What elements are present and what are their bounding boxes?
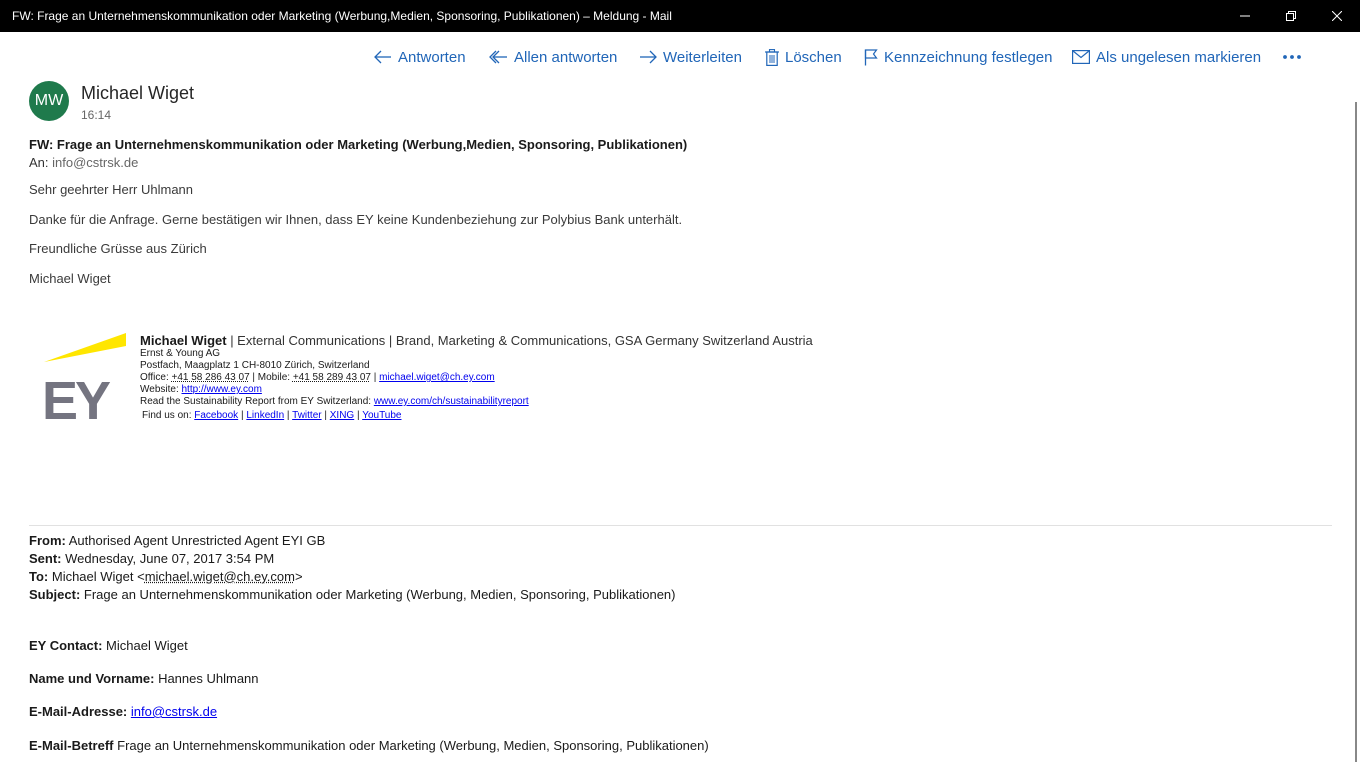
body-closing: Freundliche Grüsse aus Zürich [29, 241, 207, 256]
to-address[interactable]: info@cstrsk.de [52, 155, 138, 170]
forward-button[interactable]: Weiterleiten [639, 44, 742, 70]
website-link[interactable]: http://www.ey.com [182, 384, 262, 395]
contact-label: EY Contact: [29, 638, 103, 653]
delete-label: Löschen [785, 48, 842, 66]
signature-website: Website: http://www.ey.com [140, 384, 813, 396]
signature-social: Find us on: Facebook | LinkedIn | Twitte… [142, 410, 402, 421]
restore-icon [1286, 11, 1296, 21]
forward-separator [29, 525, 1332, 526]
envelope-icon [1072, 50, 1090, 64]
body-signoff: Michael Wiget [29, 271, 111, 286]
ey-logo-text: EY [42, 371, 111, 422]
message-toolbar: Antworten Allen antworten Weiterleiten L… [0, 44, 1360, 70]
close-button[interactable] [1314, 0, 1360, 32]
forwarded-subject: Subject: Frage an Unternehmenskommunikat… [29, 586, 676, 604]
field-email: E-Mail-Adresse: info@cstrsk.de [29, 704, 217, 719]
reply-all-icon [489, 50, 507, 64]
body-greeting: Sehr geehrter Herr Uhlmann [29, 182, 194, 197]
office-label: Office: [140, 372, 172, 383]
vertical-scrollbar[interactable] [1355, 102, 1357, 762]
field-name: Name und Vorname: Hannes Uhlmann [29, 671, 259, 686]
signature-phones: Office: +41 58 286 43 07 | Mobile: +41 5… [140, 372, 813, 384]
reply-label: Antworten [398, 48, 466, 66]
youtube-link[interactable]: YouTube [362, 410, 401, 421]
email-label: E-Mail-Adresse: [29, 704, 128, 719]
minimize-icon [1240, 15, 1250, 17]
email-signature: Michael Wiget | External Communications … [140, 333, 813, 422]
restore-button[interactable] [1268, 0, 1314, 32]
to-label: An: [29, 155, 49, 170]
contact-value: Michael Wiget [102, 638, 188, 653]
trash-icon [765, 48, 779, 66]
minimize-button[interactable] [1222, 0, 1268, 32]
facebook-link[interactable]: Facebook [194, 410, 238, 421]
signature-address: Postfach, Maagplatz 1 CH-8010 Zürich, Sw… [140, 360, 370, 371]
reply-all-label: Allen antworten [514, 48, 618, 66]
email-subject-label: E-Mail-Betreff [29, 738, 114, 753]
name-value: Hannes Uhlmann [154, 671, 259, 686]
phone-sep: | [370, 372, 380, 383]
reply-button[interactable]: Antworten [374, 44, 466, 70]
office-phone[interactable]: +41 58 286 43 07 [172, 372, 250, 383]
subject-value: Frage an Unternehmenskommunikation oder … [80, 587, 676, 602]
body-text: Danke für die Anfrage. Gerne bestätigen … [29, 212, 683, 227]
mobile-label: | Mobile: [249, 372, 293, 383]
flag-icon [864, 48, 878, 65]
subject-label: Subject: [29, 587, 81, 602]
field-subject: E-Mail-Betreff Frage an Unternehmenskomm… [29, 738, 709, 753]
ey-logo-icon: EY [42, 333, 126, 422]
mark-unread-label: Als ungelesen markieren [1096, 48, 1262, 66]
close-icon [1332, 11, 1342, 21]
from-label: From: [29, 533, 66, 548]
mark-unread-button[interactable]: Als ungelesen markieren [1072, 44, 1261, 70]
website-label: Website: [140, 384, 182, 395]
forwarded-header: From: Authorised Agent Unrestricted Agen… [29, 532, 676, 604]
sent-value: Wednesday, June 07, 2017 3:54 PM [61, 551, 275, 566]
more-actions-button[interactable] [1282, 44, 1308, 70]
signature-email-link[interactable]: michael.wiget@ch.ey.com [379, 372, 495, 383]
to-name: Michael Wiget < [48, 569, 145, 584]
field-ey-contact: EY Contact: Michael Wiget [29, 638, 188, 653]
twitter-link[interactable]: Twitter [292, 410, 321, 421]
findus-label: Find us on: [142, 410, 195, 421]
signature-role: | External Communications | Brand, Marke… [226, 333, 813, 348]
signature-name: Michael Wiget [140, 333, 227, 348]
forwarded-sent: Sent: Wednesday, June 07, 2017 3:54 PM [29, 550, 676, 568]
to-email[interactable]: michael.wiget@ch.ey.com [145, 569, 295, 584]
window-title: FW: Frage an Unternehmenskommunikation o… [12, 9, 672, 23]
ey-logo-beam [44, 333, 126, 362]
recipient-line: An: info@cstrsk.de [29, 155, 138, 170]
from-value: Authorised Agent Unrestricted Agent EYI … [65, 533, 326, 548]
email-link[interactable]: info@cstrsk.de [131, 704, 217, 719]
to-label-fwd: To: [29, 569, 49, 584]
forwarded-from: From: Authorised Agent Unrestricted Agen… [29, 532, 676, 550]
more-dots-icon [1283, 55, 1301, 59]
flag-button[interactable]: Kennzeichnung festlegen [864, 44, 1052, 70]
linkedin-link[interactable]: LinkedIn [246, 410, 284, 421]
signature-company: Ernst & Young AG [140, 348, 221, 359]
sent-time: 16:14 [81, 108, 112, 122]
signature-report: Read the Sustainability Report from EY S… [140, 396, 813, 408]
to-close: > [294, 569, 303, 584]
sent-label: Sent: [29, 551, 62, 566]
forwarded-to: To: Michael Wiget <michael.wiget@ch.ey.c… [29, 568, 676, 586]
mobile-phone[interactable]: +41 58 289 43 07 [293, 372, 371, 383]
message-subject: FW: Frage an Unternehmenskommunikation o… [29, 137, 688, 152]
xing-link[interactable]: XING [330, 410, 354, 421]
reply-arrow-icon [374, 50, 391, 64]
title-bar: FW: Frage an Unternehmenskommunikation o… [0, 0, 1360, 32]
signature-title-line: Michael Wiget | External Communications … [140, 333, 813, 348]
reply-all-button[interactable]: Allen antworten [489, 44, 617, 70]
report-link[interactable]: www.ey.com/ch/sustainabilityreport [374, 396, 529, 407]
flag-label: Kennzeichnung festlegen [884, 48, 1053, 66]
delete-button[interactable]: Löschen [765, 44, 842, 70]
avatar: MW [29, 81, 69, 121]
sender-name[interactable]: Michael Wiget [81, 83, 194, 104]
email-subject-value: Frage an Unternehmenskommunikation oder … [113, 738, 709, 753]
forward-arrow-icon [640, 50, 657, 64]
report-label: Read the Sustainability Report from EY S… [140, 396, 374, 407]
name-label: Name und Vorname: [29, 671, 155, 686]
forward-label: Weiterleiten [663, 48, 742, 66]
